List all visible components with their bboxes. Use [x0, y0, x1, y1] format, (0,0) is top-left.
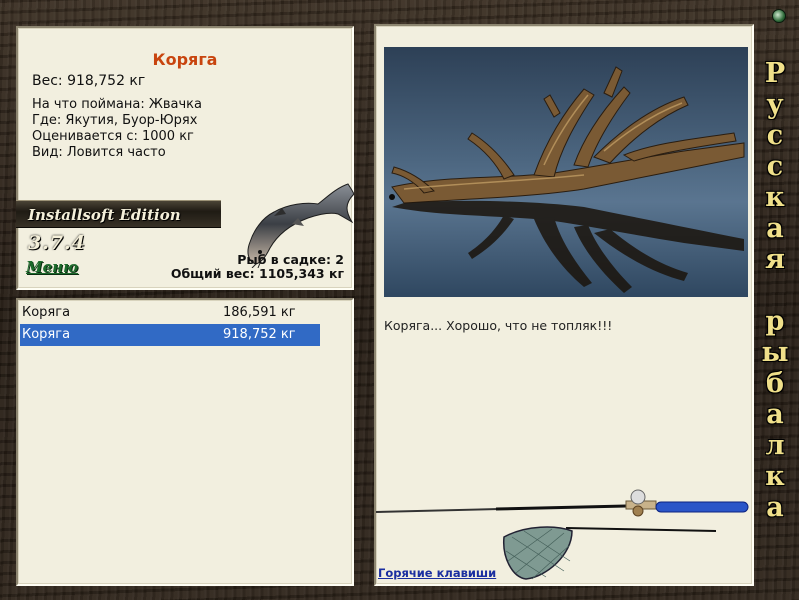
title-letter: я — [765, 244, 785, 275]
title-letter: а — [766, 213, 784, 244]
title-letter — [760, 275, 790, 306]
list-item-name: Коряга — [22, 327, 71, 342]
cage-stats: Рыб в садке: 2 Общий вес: 1105,343 кг — [171, 253, 344, 281]
fish-info-panel: Коряга Вес: 918,752 кг На что поймана: Ж… — [16, 26, 355, 290]
title-letter: Р — [764, 58, 786, 89]
fish-name: Коряга — [152, 50, 218, 69]
title-letter: а — [766, 399, 784, 430]
catch-list: Коряга 186,591 кг Коряга 918,752 кг — [16, 298, 354, 586]
fish-bait: На что поймана: Жвачка — [32, 97, 202, 112]
list-item[interactable]: Коряга 186,591 кг — [20, 302, 320, 324]
fish-location: Где: Якутия, Буор-Юрях — [32, 113, 198, 128]
edition-logo: Installsoft Edition 3.7.4 — [16, 200, 221, 254]
fish-count: Рыб в садке: 2 — [237, 252, 344, 267]
title-letter: ы — [761, 337, 789, 368]
catch-caption: Коряга... Хорошо, что не топляк!!! — [384, 318, 613, 333]
total-weight: Общий вес: 1105,343 кг — [170, 266, 344, 281]
list-item-selected[interactable]: Коряга 918,752 кг — [20, 324, 320, 346]
game-title-vertical: Русская рыбалка — [760, 58, 790, 523]
list-item-weight: 918,752 кг — [223, 327, 296, 342]
picture-panel: Коряга... Хорошо, что не топляк!!! Горяч… — [374, 24, 754, 586]
title-letter: р — [765, 306, 785, 337]
menu-link[interactable]: Меню — [26, 258, 78, 276]
hotkeys-link[interactable]: Горячие клавиши — [378, 566, 496, 580]
edition-logo-text: Installsoft Edition — [28, 206, 181, 224]
title-letter: у — [766, 89, 784, 120]
title-letter: к — [765, 182, 785, 213]
title-letter: с — [766, 120, 784, 151]
title-letter: л — [765, 430, 785, 461]
fish-value: Оценивается с: 1000 кг — [32, 129, 194, 144]
close-icon[interactable] — [772, 9, 786, 23]
list-item-weight: 186,591 кг — [223, 305, 296, 320]
catch-photo — [384, 47, 748, 297]
title-letter: б — [765, 368, 784, 399]
list-item-name: Коряга — [22, 305, 71, 320]
title-letter: а — [766, 492, 784, 523]
fish-kind: Вид: Ловится часто — [32, 145, 166, 160]
title-letter: с — [766, 151, 784, 182]
edition-version: 3.7.4 — [28, 232, 86, 254]
fish-weight: Вес: 918,752 кг — [32, 73, 146, 89]
title-letter: к — [765, 461, 785, 492]
